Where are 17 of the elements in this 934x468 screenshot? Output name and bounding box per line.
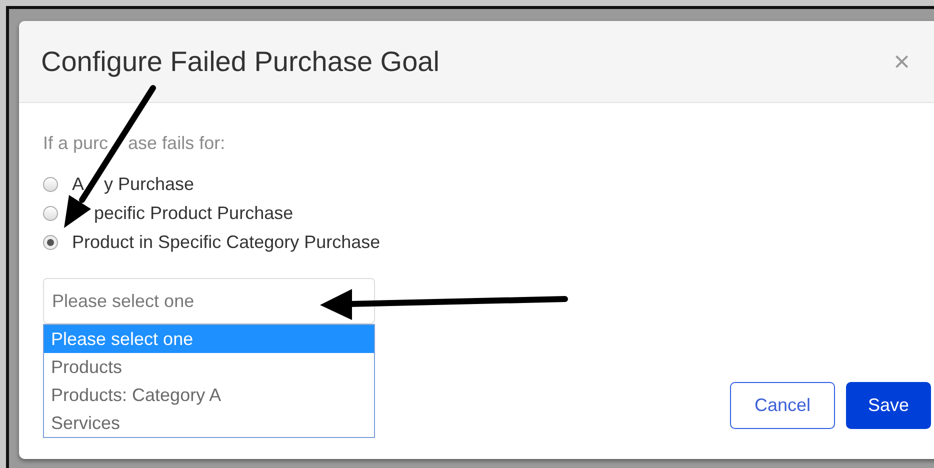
dropdown-option[interactable]: Please select one: [44, 325, 374, 353]
radio-button[interactable]: [43, 206, 58, 220]
radio-button[interactable]: [43, 234, 58, 250]
radio-label[interactable]: Product in Specific Category Purchase: [72, 232, 380, 252]
dropdown-option[interactable]: Products: [44, 353, 374, 381]
radio-label[interactable]: y Purchase: [104, 174, 194, 194]
dropdown-option[interactable]: Products: Category A: [44, 381, 374, 409]
radio-label[interactable]: A: [72, 174, 84, 194]
dialog-title: Configure Failed Purchase Goal: [41, 46, 440, 78]
category-select[interactable]: Please select one: [43, 278, 375, 324]
dropdown-option[interactable]: Services: [44, 409, 374, 437]
save-button[interactable]: Save: [846, 382, 931, 429]
radio-button[interactable]: [43, 176, 58, 192]
prompt-text: ase fails for:: [128, 133, 226, 154]
prompt-text: If a purc: [43, 133, 108, 154]
cancel-button[interactable]: Cancel: [730, 382, 835, 429]
radio-label[interactable]: pecific Product Purchase: [94, 202, 294, 224]
